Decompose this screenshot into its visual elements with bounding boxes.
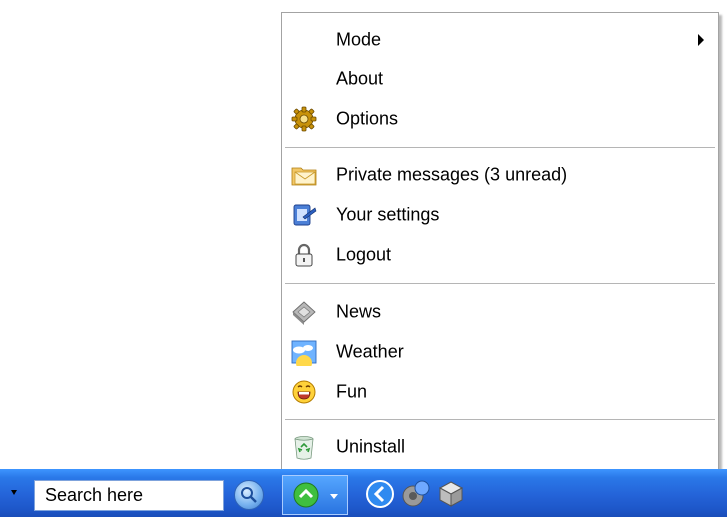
settings-icon bbox=[293, 204, 317, 226]
menu-item-about[interactable]: About bbox=[282, 61, 718, 97]
menu-item-your-settings-label: Your settings bbox=[336, 204, 440, 225]
menu-item-your-settings[interactable]: Your settings bbox=[282, 197, 718, 233]
menu-item-news-label: News bbox=[336, 301, 382, 322]
menu-item-private-messages-label: Private messages (3 unread) bbox=[336, 164, 568, 185]
padlock-icon bbox=[295, 243, 313, 267]
menu-item-about-label: About bbox=[336, 68, 384, 89]
weather-icon bbox=[291, 340, 317, 366]
menu-item-weather-label: Weather bbox=[336, 341, 404, 362]
magnifier-icon bbox=[241, 487, 257, 503]
cube-icon[interactable] bbox=[434, 477, 468, 511]
green-up-arrow-icon bbox=[293, 482, 319, 508]
search-input[interactable] bbox=[34, 480, 224, 511]
menu-item-weather[interactable]: Weather bbox=[282, 334, 718, 370]
envelope-icon bbox=[291, 167, 317, 186]
menu-separator bbox=[285, 419, 715, 421]
menu-item-uninstall[interactable]: Uninstall bbox=[282, 429, 718, 465]
submenu-arrow-icon bbox=[698, 34, 704, 46]
toolbar-menu-button[interactable] bbox=[282, 475, 348, 515]
gear-icon bbox=[291, 106, 317, 132]
back-arrow-icon[interactable] bbox=[364, 478, 396, 510]
context-menu: Mode About Options Private messages (3 u… bbox=[281, 12, 719, 470]
menu-separator bbox=[285, 147, 715, 149]
menu-item-options-label: Options bbox=[336, 108, 399, 129]
search-button[interactable] bbox=[234, 480, 264, 510]
menu-separator bbox=[285, 283, 715, 285]
recycle-bin-icon bbox=[294, 436, 314, 460]
menu-item-fun-label: Fun bbox=[336, 381, 368, 402]
media-player-icon[interactable] bbox=[398, 477, 432, 511]
menu-item-logout[interactable]: Logout bbox=[282, 237, 718, 273]
chevron-down-icon bbox=[330, 494, 338, 499]
menu-item-uninstall-label: Uninstall bbox=[336, 436, 406, 457]
dropdown-arrow-icon[interactable] bbox=[11, 490, 17, 495]
menu-item-mode-label: Mode bbox=[336, 29, 382, 50]
menu-item-options[interactable]: Options bbox=[282, 101, 718, 137]
menu-item-news[interactable]: News bbox=[282, 294, 718, 330]
menu-item-mode[interactable]: Mode bbox=[282, 22, 718, 58]
menu-item-logout-label: Logout bbox=[336, 244, 392, 265]
news-icon bbox=[292, 301, 316, 325]
taskbar bbox=[0, 469, 727, 517]
menu-item-private-messages[interactable]: Private messages (3 unread) bbox=[282, 157, 718, 193]
menu-item-fun[interactable]: Fun bbox=[282, 374, 718, 410]
smiley-icon bbox=[292, 380, 316, 404]
